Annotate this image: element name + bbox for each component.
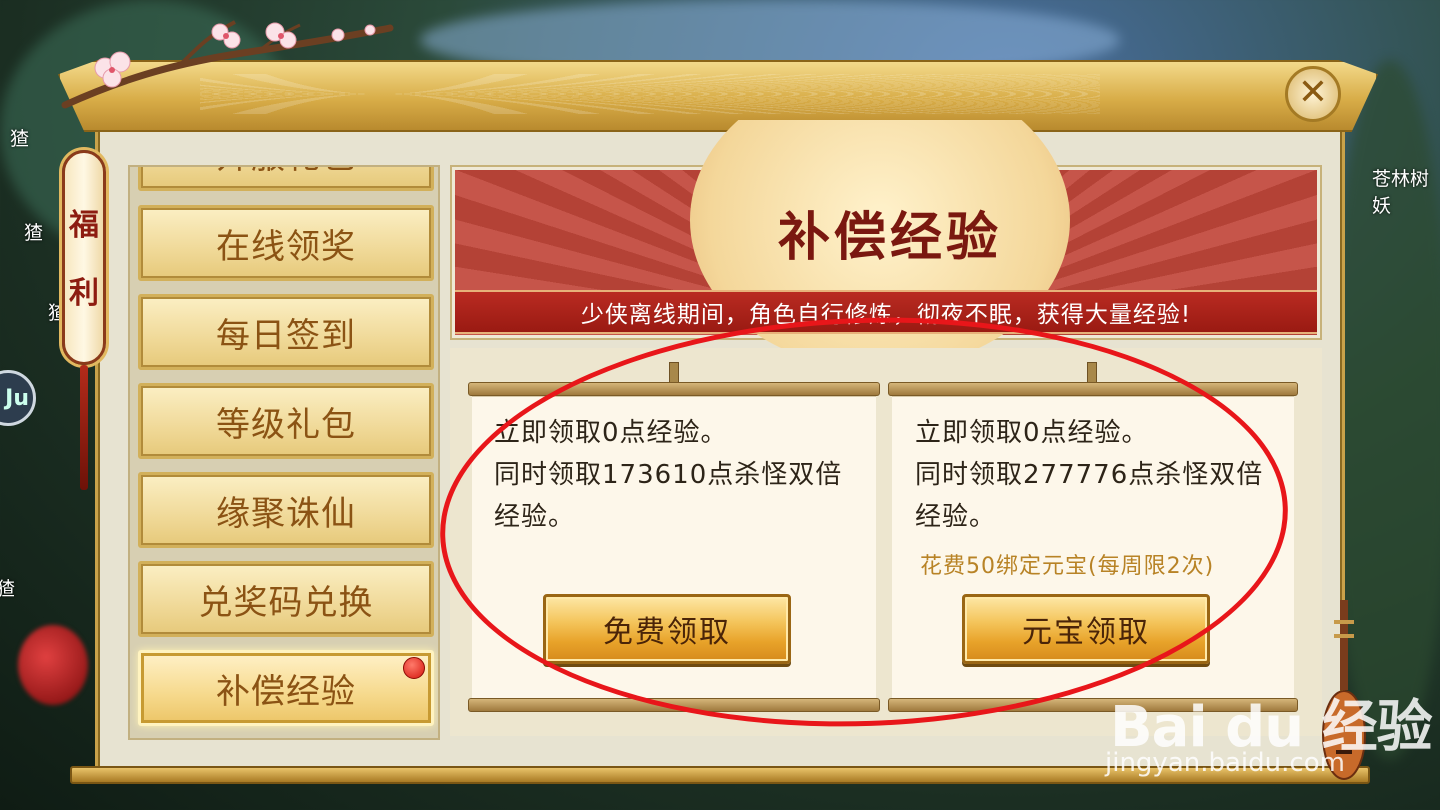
sidebar-item-redeem-code[interactable]: 兑奖码兑换 (138, 561, 434, 637)
watermark-url: jingyan.baidu.com (1105, 748, 1345, 778)
sidebar-item-label: 每日签到 (216, 315, 356, 356)
sidebar-item-compensation-exp[interactable]: 补偿经验 (138, 650, 434, 726)
plum-blossom-branch-icon (61, 20, 394, 109)
npc-name-1[interactable]: 猹 (10, 124, 29, 151)
welfare-lantern-tab[interactable] (62, 150, 106, 365)
sidebar-item-label: 补偿经验 (216, 671, 356, 712)
sidebar-item-label: 等级礼包 (216, 404, 356, 445)
welfare-sidebar[interactable]: 开服礼包 在线领奖 每日签到 等级礼包 缘聚诛仙 兑奖码兑换 补偿经验 (128, 165, 440, 740)
npc-name-4[interactable]: 猹 (0, 574, 15, 601)
sidebar-item-label: 开服礼包 (216, 167, 356, 178)
sidebar-item-level-gift[interactable]: 等级礼包 (138, 383, 434, 459)
sidebar-item-label: 在线领奖 (216, 226, 356, 267)
sidebar-item-daily-signin[interactable]: 每日签到 (138, 294, 434, 370)
hud-circle-button[interactable]: Ju (0, 370, 36, 426)
lantern-label-1: 福 (69, 208, 99, 243)
sidebar-item-partial[interactable]: 开服礼包 (138, 167, 434, 191)
sidebar-item-label: 缘聚诛仙 (216, 493, 356, 534)
lantern-label-2: 利 (69, 276, 99, 311)
npc-name-2[interactable]: 猹 (24, 218, 43, 245)
npc-name-right[interactable]: 苍林树妖 (1372, 164, 1440, 218)
sidebar-item-online-reward[interactable]: 在线领奖 (138, 205, 434, 281)
sidebar-item-label: 兑奖码兑换 (198, 582, 374, 623)
banner-title: 补偿经验 (777, 207, 1002, 268)
lantern-tassel (80, 365, 88, 490)
sidebar-item-yuanju[interactable]: 缘聚诛仙 (138, 472, 434, 548)
red-orb-icon (18, 625, 88, 705)
close-button[interactable]: ✕ (1285, 66, 1341, 122)
notification-dot-icon (403, 657, 425, 679)
